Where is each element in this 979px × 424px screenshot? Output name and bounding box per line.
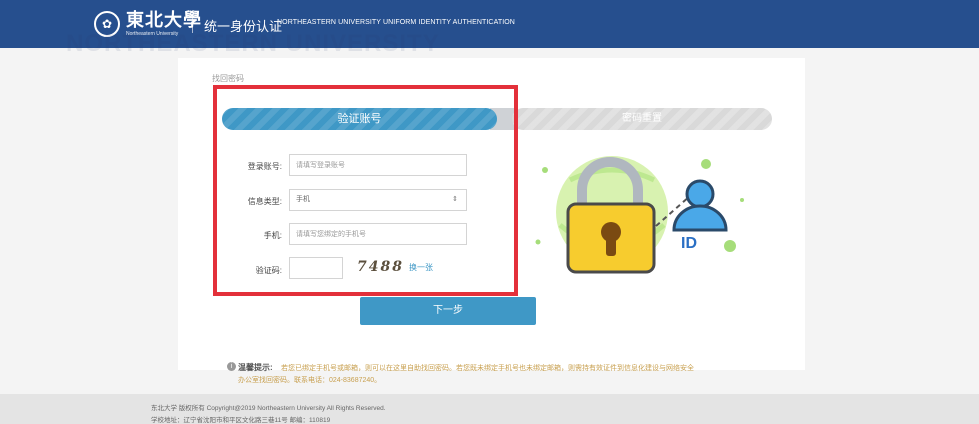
info-icon: i <box>227 362 236 371</box>
footer <box>0 394 979 424</box>
tip-title: 温馨提示: <box>238 363 273 372</box>
tip-text-line1: 若您已绑定手机号或邮箱，则可以在这里自助找回密码。若您既未绑定手机号也未绑定邮箱… <box>281 365 694 372</box>
refresh-captcha-link[interactable]: 换一张 <box>409 262 433 273</box>
user-body-icon <box>672 204 728 232</box>
footer-copyright: 东北大学 版权所有 Copyright@2019 Northeastern Un… <box>151 405 386 412</box>
captcha-label: 验证码: <box>255 266 282 275</box>
step-verify-account: 验证账号 <box>222 108 497 130</box>
info-type-selected: 手机 <box>296 196 310 203</box>
phone-label: 手机: <box>263 231 282 240</box>
select-updown-icon: ⇕ <box>452 196 458 203</box>
footer-address: 学校地址：辽宁省沈阳市和平区文化路三巷11号 邮编：110819 <box>151 417 331 424</box>
account-input[interactable] <box>289 154 467 176</box>
captcha-input[interactable] <box>289 257 343 279</box>
tip-text-line2: 办公室找回密码。联系电话：024-83687240。 <box>238 377 382 384</box>
next-step-button[interactable]: 下一步 <box>360 297 536 325</box>
step-progress: 密码重置 验证账号 <box>222 108 772 130</box>
user-head-icon <box>685 179 715 209</box>
id-text: ID <box>681 235 697 252</box>
logo-chinese-name: 東北大學 <box>126 9 202 31</box>
info-type-select[interactable]: 手机 ⇕ <box>289 189 467 211</box>
captcha-image: 7488 <box>357 259 404 275</box>
header-subtitle: NORTHEASTERN UNIVERSITY UNIFORM IDENTITY… <box>277 19 515 26</box>
page-heading: 找回密码 <box>212 74 244 83</box>
background-watermark-text: NORTHEASTERN UNIVERSITY <box>66 30 440 57</box>
step-label: 验证账号 <box>337 113 382 125</box>
padlock-id-illustration: ID <box>535 156 744 274</box>
step-label: 密码重置 <box>622 113 662 124</box>
info-type-label: 信息类型: <box>247 197 282 206</box>
step-password-reset: 密码重置 <box>512 108 772 130</box>
account-label: 登录账号: <box>247 162 282 171</box>
phone-input[interactable] <box>289 223 467 245</box>
